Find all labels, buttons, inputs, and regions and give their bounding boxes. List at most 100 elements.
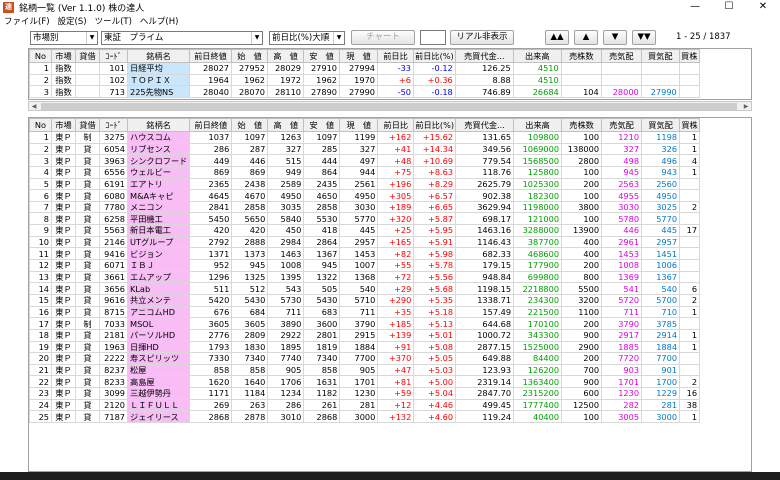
column-header-code[interactable]: ｺｰﾄﾞ [99,118,128,132]
index-grid: No 市場 貸借 ｺｰﾄﾞ 銘柄名 前日終値始 値高 値安 値現 値前日比 前日比(%) 売買… [28,48,752,100]
minimize-icon[interactable]: — [678,0,712,14]
table-row[interactable]: 9 東Ｐ 貸 5563 新日本電工 420 420 450 418 445 +25 +5.95 1463… [29,224,701,237]
column-header-bid-size[interactable]: 買株 [678,49,700,63]
column-header-prev-close[interactable]: 前日終値 [189,118,233,132]
cell-ask-size: 100 [561,165,603,179]
cell-turnover: 644.68 [455,317,515,330]
cell-low: 2868 [303,410,341,424]
close-icon[interactable]: ✕ [746,0,780,14]
table-row[interactable]: 5 東Ｐ 貸 6191 エアトリ 2365 2438 2589 2435 2561 +196 +8.2… [29,177,701,191]
scroll-thumb[interactable] [41,103,737,110]
column-header-change[interactable]: 前日比 [377,49,414,63]
cell-turnover: 682.33 [455,247,515,261]
table-row[interactable]: 1 指数 101 日経平均 28027 27952 28029 27910 27994 -33 -0… [29,62,700,75]
market-select[interactable]: 市場別 ▼ [30,31,98,45]
column-header-bid[interactable]: 買気配 [641,118,681,132]
table-row[interactable]: 19 東Ｐ 貸 1963 日揮HD 1793 1830 1895 1819 1884 +91 +5.0… [29,340,701,354]
column-header-turnover[interactable]: 売買代金... [455,118,515,132]
next-page-button[interactable]: ▼ [603,30,627,45]
table-row[interactable]: 2 東Ｐ 貸 6054 リブセンス 286 287 327 285 327 +41 +14.34 349… [29,142,701,156]
table-row[interactable]: 25 東Ｐ 貸 7187 ジェイリース 2868 2878 3010 2868 3000 +132 +… [29,410,701,424]
cell-low: 3600 [303,317,341,330]
table-row[interactable]: 14 東Ｐ 貸 3656 KLab 511 512 543 505 540 +29 +5.68 1198… [29,282,701,295]
table-row[interactable]: 4 東Ｐ 貸 6556 ウェルビー 869 869 949 864 944 +75 +8.63 118.… [29,165,701,179]
column-header-bid[interactable]: 買気配 [640,49,680,63]
table-row[interactable]: 3 指数 713 225先物NS 28040 28070 28110 27890 27990 -5… [29,85,700,98]
column-header-ask[interactable]: 売気配 [600,49,642,63]
column-header-low[interactable]: 安 値 [303,49,340,63]
table-row[interactable]: 24 東Ｐ 貸 2120 ＬＩＦＵＬＬ 269 263 286 261 281 +12 +4.46 49… [29,398,701,412]
menu-file[interactable]: ファイル(F) [4,15,50,27]
cell-market: 東Ｐ [51,293,76,307]
cell-bid-size: 1 [679,410,701,424]
column-header-name[interactable]: 銘柄名 [126,118,191,132]
sort-select[interactable]: 前日比(%)大順 ▼ [269,31,345,45]
column-header-open[interactable]: 始 値 [231,118,269,132]
table-row[interactable]: 11 東Ｐ 貸 9416 ビジョン 1371 1373 1463 1367 1453 +82 +5.9… [29,247,701,261]
table-row[interactable]: 20 東Ｐ 貸 2222 寿スピリッツ 7330 7340 7740 7340 7700 +370 +… [29,352,701,365]
column-header-no[interactable]: No [29,49,52,63]
first-page-button[interactable]: ▲▲ [545,30,569,45]
table-row[interactable]: 2 指数 102 ＴＯＰＩＸ 1964 1962 1972 1962 1970 +6 +0.36 8.… [29,73,700,87]
scroll-left-icon[interactable]: ◀ [29,102,39,111]
column-header-volume[interactable]: 出来高 [512,49,562,63]
cell-bid-size [679,363,701,377]
table-row[interactable]: 3 東Ｐ 貸 3963 シンクロフード 449 446 515 444 497 +48 +10.69 7… [29,154,701,167]
column-header-name[interactable]: 銘柄名 [127,49,190,63]
table-row[interactable]: 1 東Ｐ 制 3275 ハウスコム 1037 1097 1263 1097 1199 +162 +15… [29,131,701,144]
table-row[interactable]: 16 東Ｐ 貸 8715 アニコムHD 676 684 711 683 711 +35 +5.18 15… [29,305,701,319]
column-header-ask[interactable]: 売気配 [601,118,643,132]
table-row[interactable]: 12 東Ｐ 貸 6071 ＩＢＪ 952 945 1008 945 1007 +55 +5.78 179… [29,259,701,272]
table-row[interactable]: 10 東Ｐ 貸 2146 UTグループ 2792 2888 2984 2864 2957 +165 +… [29,235,701,249]
menu-help[interactable]: ヘルプ(H) [140,15,179,27]
column-header-prev-close[interactable]: 前日終値 [189,49,232,63]
column-header-change-pct[interactable]: 前日比(%) [413,118,457,132]
column-header-change-pct[interactable]: 前日比(%) [413,49,456,63]
column-header-price[interactable]: 現 値 [339,49,378,63]
table-row[interactable]: 6 東Ｐ 貸 6080 M&Aキャピ 4645 4670 4950 4650 4950 +305 +6… [29,189,701,202]
right-frame [752,47,780,472]
table-row[interactable]: 15 東Ｐ 貸 9616 共立メンテ 5420 5430 5730 5430 5710 +290 +5… [29,293,701,307]
column-header-turnover[interactable]: 売買代金... [454,49,514,63]
realtime-toggle-button[interactable]: リアル非表示 [450,30,514,45]
column-header-open[interactable]: 始 値 [231,49,268,63]
column-header-low[interactable]: 安 値 [303,118,341,132]
column-header-no[interactable]: No [29,118,52,132]
index-hscrollbar[interactable]: ◀ ▶ [28,101,752,111]
column-header-price[interactable]: 現 値 [339,118,379,132]
cell-low: 2435 [303,177,341,191]
exchange-select[interactable]: 東証 プライム ▼ [101,31,263,45]
column-header-market[interactable]: 市場 [51,49,76,63]
code-input[interactable] [420,30,446,45]
table-row[interactable]: 18 東Ｐ 貸 2181 パーソルHD 2776 2809 2922 2801 2915 +139 +… [29,328,701,342]
column-header-high[interactable]: 高 値 [267,118,305,132]
cell-bid: 496 [641,154,681,167]
table-row[interactable]: 7 東Ｐ 貸 7780 メニコン 2841 2858 3035 2858 3030 +189 +6.6… [29,200,701,214]
menu-settings[interactable]: 設定(S) [58,15,87,27]
prev-page-button[interactable]: ▲ [574,30,598,45]
cell-ask-size: 200 [561,317,603,330]
column-header-lending[interactable]: 貸借 [75,118,100,132]
column-header-lending[interactable]: 貸借 [75,49,100,63]
maximize-icon[interactable]: ☐ [712,0,746,14]
column-header-change[interactable]: 前日比 [377,118,415,132]
column-header-ask-size[interactable]: 売株数 [560,49,602,63]
table-row[interactable]: 13 東Ｐ 貸 3661 エムアップ 1296 1325 1395 1322 1368 +72 +5.… [29,270,701,284]
chart-button[interactable]: チャート [351,30,415,45]
cell-change-pct: +4.60 [413,410,457,424]
table-row[interactable]: 17 東Ｐ 制 7033 MSOL 3605 3605 3890 3600 3790 +185 +5.… [29,317,701,330]
table-row[interactable]: 21 東Ｐ 貸 8237 松屋 858 858 905 858 905 +47 +5.03 123.93… [29,363,701,377]
table-row[interactable]: 8 東Ｐ 貸 6258 平田機工 5450 5650 5840 5530 5770 +320 +5.8… [29,212,701,226]
table-row[interactable]: 23 東Ｐ 貸 3099 三越伊勢丹 1171 1184 1234 1182 1230 +59 +5.… [29,387,701,400]
cell-change-pct: -0.18 [413,85,456,98]
column-header-ask-size[interactable]: 売株数 [561,118,603,132]
column-header-bid-size[interactable]: 買株 [679,118,701,132]
table-row[interactable]: 22 東Ｐ 貸 8233 高島屋 1620 1640 1706 1631 1701 +81 +5.00… [29,375,701,389]
column-header-volume[interactable]: 出来高 [513,118,563,132]
column-header-high[interactable]: 高 値 [267,49,304,63]
last-page-button[interactable]: ▼▼ [632,30,656,45]
scroll-right-icon[interactable]: ▶ [741,102,751,111]
menu-tools[interactable]: ツール(T) [95,15,132,27]
column-header-market[interactable]: 市場 [51,118,76,132]
column-header-code[interactable]: ｺｰﾄﾞ [99,49,128,63]
